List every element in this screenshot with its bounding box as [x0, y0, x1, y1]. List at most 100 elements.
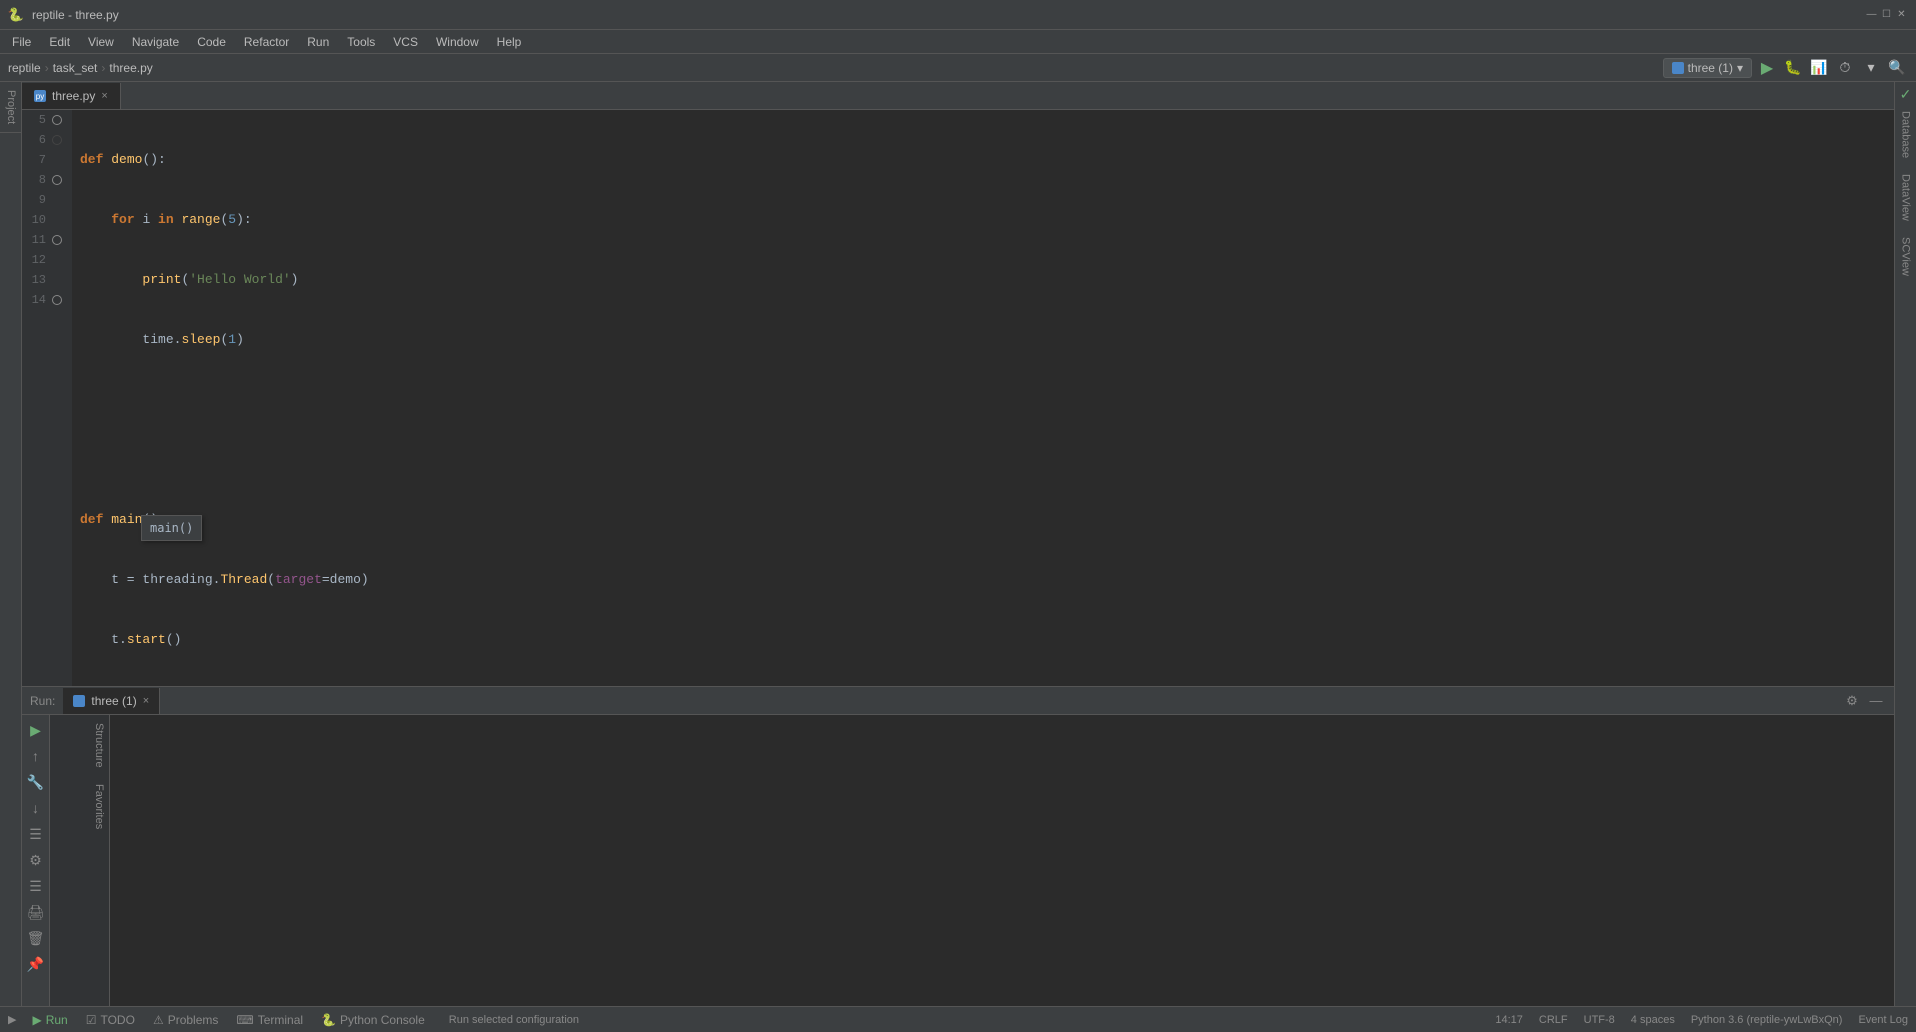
code-line-13: t.start()	[80, 630, 1886, 650]
favorites-label[interactable]: Favorites	[50, 776, 109, 837]
sidebar-project[interactable]: Project	[0, 82, 21, 133]
code-line-12: t = threading.Thread(target=demo)	[80, 570, 1886, 590]
menu-vcs[interactable]: VCS	[385, 33, 426, 51]
run-up-btn[interactable]: ↑	[25, 745, 47, 767]
run-tab-three[interactable]: three (1) ×	[63, 688, 160, 714]
breadcrumb-taskset[interactable]: task_set	[53, 61, 98, 75]
menu-tools[interactable]: Tools	[339, 33, 383, 51]
more-run-options[interactable]: ▾	[1860, 57, 1882, 79]
line-13: 13	[26, 270, 64, 290]
bottom-tab-problems[interactable]: ⚠ Problems	[145, 1011, 226, 1029]
coverage-button[interactable]: 📊	[1808, 57, 1830, 79]
scview-label[interactable]: SCView	[1900, 229, 1912, 284]
file-tab-name: three.py	[52, 89, 95, 103]
code-content[interactable]: def demo(): for i in range(5): print('He…	[72, 110, 1894, 686]
run-down-btn[interactable]: ↓	[25, 797, 47, 819]
menu-view[interactable]: View	[80, 33, 122, 51]
database-label[interactable]: Database	[1900, 103, 1912, 166]
run-panel-minimize[interactable]: —	[1866, 691, 1886, 711]
editor-area: py three.py × 5 6 7	[22, 82, 1894, 1006]
maximize-window-btn[interactable]: ☐	[1880, 8, 1893, 21]
line-10: 10	[26, 210, 64, 230]
file-tab-close[interactable]: ×	[101, 90, 107, 102]
run-trash-btn[interactable]: 🗑	[25, 927, 47, 949]
status-message: Run selected configuration	[449, 1014, 579, 1026]
run-print-btn[interactable]: 🖨	[25, 901, 47, 923]
status-left: ▶ ▶ Run ☑ TODO ⚠ Problems ⌨ Terminal 🐍 P…	[8, 1011, 433, 1029]
breadcrumb-sep-2: ›	[101, 61, 105, 75]
run-panel-header: Run: three (1) × ⚙ —	[22, 687, 1894, 715]
breadcrumb: reptile › task_set › three.py	[8, 61, 153, 75]
code-line-5: def demo():	[80, 150, 1886, 170]
run-format-btn[interactable]: ☰	[25, 875, 47, 897]
line-5: 5	[26, 110, 64, 130]
status-line-ending[interactable]: CRLF	[1539, 1014, 1568, 1026]
status-interpreter[interactable]: Python 3.6 (reptile-ywLwBxQn)	[1691, 1014, 1843, 1026]
nav-bar: reptile › task_set › three.py three (1) …	[0, 54, 1916, 82]
app-icon: 🐍	[8, 7, 24, 23]
bottom-tab-todo[interactable]: ☑ TODO	[78, 1011, 143, 1029]
autocomplete-text: main()	[150, 521, 193, 535]
menu-help[interactable]: Help	[489, 33, 530, 51]
menu-edit[interactable]: Edit	[41, 33, 78, 51]
line-numbers: 5 6 7 8 9	[22, 110, 72, 686]
run-pin-btn[interactable]: 📌	[25, 953, 47, 975]
file-tab-three-py[interactable]: py three.py ×	[22, 83, 121, 109]
minimize-window-btn[interactable]: —	[1865, 8, 1878, 21]
run-button[interactable]: ▶	[1756, 57, 1778, 79]
line-9: 9	[26, 190, 64, 210]
code-line-7: print('Hello World')	[80, 270, 1886, 290]
status-run-icon[interactable]: ▶	[8, 1013, 16, 1026]
close-window-btn[interactable]: ✕	[1895, 8, 1908, 21]
run-left-panel: Structure Favorites	[50, 715, 110, 1006]
menu-code[interactable]: Code	[189, 33, 234, 51]
code-line-9	[80, 390, 1886, 410]
window-controls: — ☐ ✕	[1865, 8, 1908, 21]
code-editor[interactable]: 5 6 7 8 9	[22, 110, 1894, 686]
line-12: 12	[26, 250, 64, 270]
code-line-11: def main():	[80, 510, 1886, 530]
menu-run[interactable]: Run	[299, 33, 337, 51]
status-event-log[interactable]: Event Log	[1858, 1014, 1908, 1026]
status-encoding[interactable]: UTF-8	[1584, 1014, 1615, 1026]
run-list-all-btn[interactable]: ☰	[25, 823, 47, 845]
autocomplete-tooltip: main()	[141, 515, 202, 541]
run-config-dropdown-icon: ▾	[1737, 61, 1743, 75]
code-line-6: for i in range(5):	[80, 210, 1886, 230]
profile-button[interactable]: ⏱	[1834, 57, 1856, 79]
run-list-filter-btn[interactable]: ⚙	[25, 849, 47, 871]
search-everywhere-button[interactable]: 🔍	[1886, 57, 1908, 79]
run-panel-settings[interactable]: ⚙	[1842, 691, 1862, 711]
run-config-area: three (1) ▾ ▶ 🐛 📊 ⏱ ▾ 🔍	[1663, 57, 1908, 79]
structure-label[interactable]: Structure	[50, 715, 109, 776]
menu-file[interactable]: File	[4, 33, 39, 51]
menu-refactor[interactable]: Refactor	[236, 33, 297, 51]
code-line-8: time.sleep(1)	[80, 330, 1886, 350]
run-tab-close[interactable]: ×	[143, 695, 149, 707]
run-wrench-btn[interactable]: 🔧	[25, 771, 47, 793]
line-6: 6	[26, 130, 64, 150]
file-tab-icon: py	[34, 90, 46, 102]
checkmark-icon: ✓	[1900, 86, 1912, 103]
file-tabs: py three.py ×	[22, 82, 1894, 110]
line-7: 7	[26, 150, 64, 170]
bottom-tab-run[interactable]: ▶ Run	[24, 1011, 75, 1029]
bottom-tab-terminal[interactable]: ⌨ Terminal	[228, 1011, 311, 1029]
status-position[interactable]: 14:17	[1495, 1014, 1523, 1026]
line-8: 8	[26, 170, 64, 190]
status-indent[interactable]: 4 spaces	[1631, 1014, 1675, 1026]
menu-navigate[interactable]: Navigate	[124, 33, 187, 51]
bottom-tab-python-console[interactable]: 🐍 Python Console	[313, 1011, 433, 1029]
run-config-selector[interactable]: three (1) ▾	[1663, 58, 1752, 78]
menu-window[interactable]: Window	[428, 33, 487, 51]
run-tab-icon	[73, 695, 85, 707]
panel-controls: ⚙ —	[1842, 691, 1886, 711]
run-panel-label: Run:	[30, 694, 55, 708]
dataview-label[interactable]: DataView	[1900, 166, 1912, 229]
window-title: reptile - three.py	[32, 8, 119, 22]
run-play-btn[interactable]: ▶	[25, 719, 47, 741]
breadcrumb-file[interactable]: three.py	[109, 61, 152, 75]
breadcrumb-reptile[interactable]: reptile	[8, 61, 41, 75]
main-layout: Project py three.py × 5 6	[0, 82, 1916, 1006]
debug-button[interactable]: 🐛	[1782, 57, 1804, 79]
